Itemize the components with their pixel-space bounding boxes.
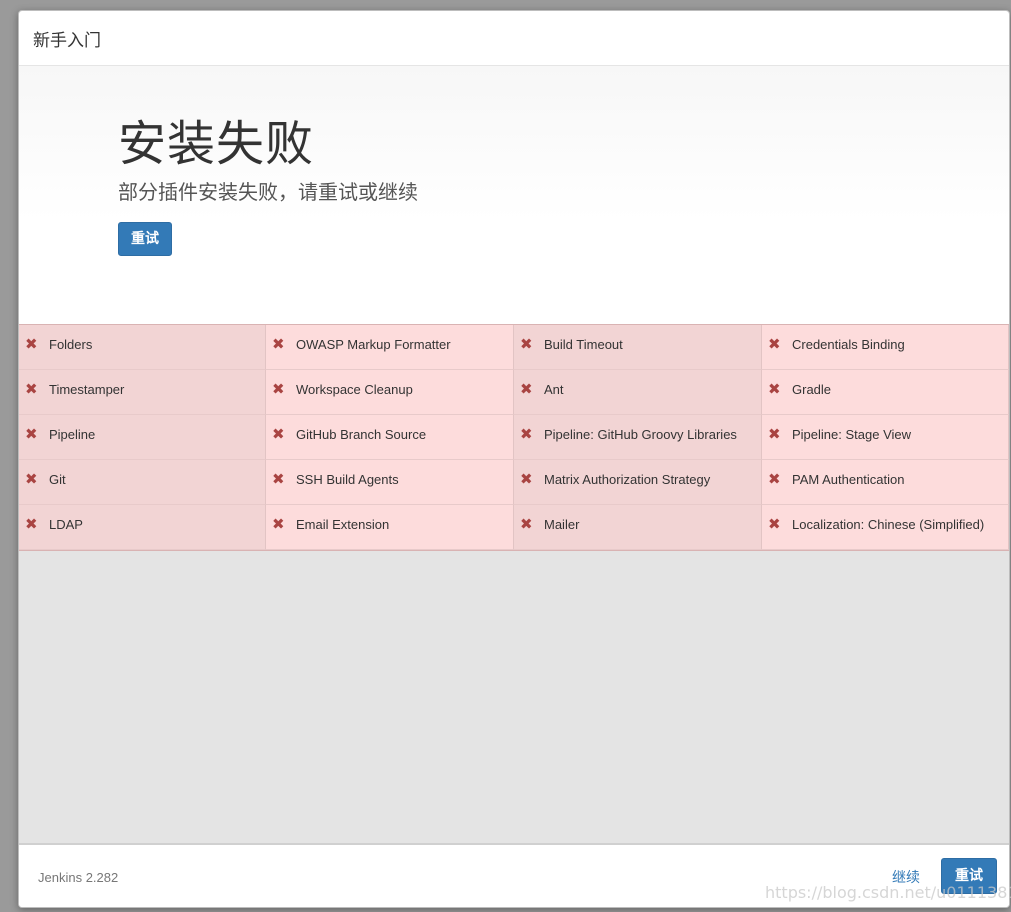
failed-x-icon: ✖ [25, 336, 38, 353]
watermark: https://blog.csdn.net/u011138190 [765, 883, 1011, 902]
plugin-item: ✖ GitHub Branch Source [266, 415, 514, 460]
plugin-name: SSH Build Agents [296, 472, 399, 487]
failed-x-icon: ✖ [25, 471, 38, 488]
plugin-name: GitHub Branch Source [296, 427, 427, 442]
plugin-item: ✖ Credentials Binding [762, 325, 1009, 370]
failed-x-icon: ✖ [768, 381, 781, 398]
failed-x-icon: ✖ [272, 336, 285, 353]
failed-x-icon: ✖ [768, 516, 781, 533]
page-title: 安装失败 [118, 116, 315, 172]
failed-x-icon: ✖ [272, 471, 285, 488]
setup-wizard-dialog: 新手入门 安装失败 部分插件安装失败，请重试或继续 重试 ✖ Folders ✖ OW… [18, 10, 1010, 908]
plugin-item: ✖ LDAP [19, 505, 266, 550]
plugin-name: Workspace Cleanup [296, 382, 413, 397]
plugin-name: Credentials Binding [792, 337, 905, 352]
version-label: Jenkins 2.282 [38, 870, 119, 885]
plugin-item: ✖ OWASP Markup Formatter [266, 325, 514, 370]
plugin-name: Mailer [544, 517, 580, 532]
failed-x-icon: ✖ [768, 336, 781, 353]
plugin-item: ✖ SSH Build Agents [266, 460, 514, 505]
failed-x-icon: ✖ [520, 471, 533, 488]
empty-log-area [19, 551, 1009, 845]
plugin-item: ✖ Localization: Chinese (Simplified) [762, 505, 1009, 550]
failed-x-icon: ✖ [768, 471, 781, 488]
failed-x-icon: ✖ [520, 381, 533, 398]
failed-x-icon: ✖ [25, 426, 38, 443]
plugin-name: Folders [49, 337, 93, 352]
dialog-header: 新手入门 [19, 11, 1009, 66]
install-failure-banner: 安装失败 部分插件安装失败，请重试或继续 重试 [19, 66, 1009, 324]
plugin-item: ✖ Pipeline: Stage View [762, 415, 1009, 460]
plugin-item: ✖ Matrix Authorization Strategy [514, 460, 762, 505]
plugin-item: ✖ Email Extension [266, 505, 514, 550]
failed-x-icon: ✖ [272, 381, 285, 398]
failed-x-icon: ✖ [25, 516, 38, 533]
plugin-name: Build Timeout [544, 337, 623, 352]
plugin-item: ✖ Build Timeout [514, 325, 762, 370]
plugin-name: Localization: Chinese (Simplified) [792, 517, 985, 532]
dialog-title: 新手入门 [33, 30, 101, 51]
failed-x-icon: ✖ [520, 516, 533, 533]
failed-x-icon: ✖ [272, 516, 285, 533]
banner-content: 安装失败 部分插件安装失败，请重试或继续 重试 [118, 116, 418, 256]
plugin-list: ✖ Folders ✖ OWASP Markup Formatter ✖ Build Ti… [19, 324, 1009, 551]
plugin-item: ✖ PAM Authentication [762, 460, 1009, 505]
plugin-item: ✖ Mailer [514, 505, 762, 550]
failed-x-icon: ✖ [520, 336, 533, 353]
plugin-item: ✖ Pipeline [19, 415, 266, 460]
plugin-name: Email Extension [296, 517, 390, 532]
page-subtitle: 部分插件安装失败，请重试或继续 [118, 180, 418, 204]
failed-x-icon: ✖ [25, 381, 38, 398]
plugin-name: Ant [544, 382, 564, 397]
failed-x-icon: ✖ [520, 426, 533, 443]
plugin-name: Matrix Authorization Strategy [544, 472, 711, 487]
plugin-name: PAM Authentication [792, 472, 905, 487]
plugin-name: Gradle [792, 382, 832, 397]
plugin-name: LDAP [49, 517, 83, 532]
failed-x-icon: ✖ [768, 426, 781, 443]
retry-button-top[interactable]: 重试 [118, 222, 172, 256]
plugin-name: Pipeline: GitHub Groovy Libraries [544, 427, 737, 442]
plugin-name: OWASP Markup Formatter [296, 337, 451, 352]
plugin-item: ✖ Pipeline: GitHub Groovy Libraries [514, 415, 762, 460]
plugin-item: ✖ Ant [514, 370, 762, 415]
plugin-name: Pipeline [49, 427, 96, 442]
plugin-item: ✖ Workspace Cleanup [266, 370, 514, 415]
plugin-item: ✖ Timestamper [19, 370, 266, 415]
plugin-name: Git [49, 472, 66, 487]
plugin-item: ✖ Git [19, 460, 266, 505]
plugin-item: ✖ Gradle [762, 370, 1009, 415]
failed-x-icon: ✖ [272, 426, 285, 443]
plugin-name: Pipeline: Stage View [792, 427, 912, 442]
plugin-name: Timestamper [49, 382, 125, 397]
plugin-item: ✖ Folders [19, 325, 266, 370]
